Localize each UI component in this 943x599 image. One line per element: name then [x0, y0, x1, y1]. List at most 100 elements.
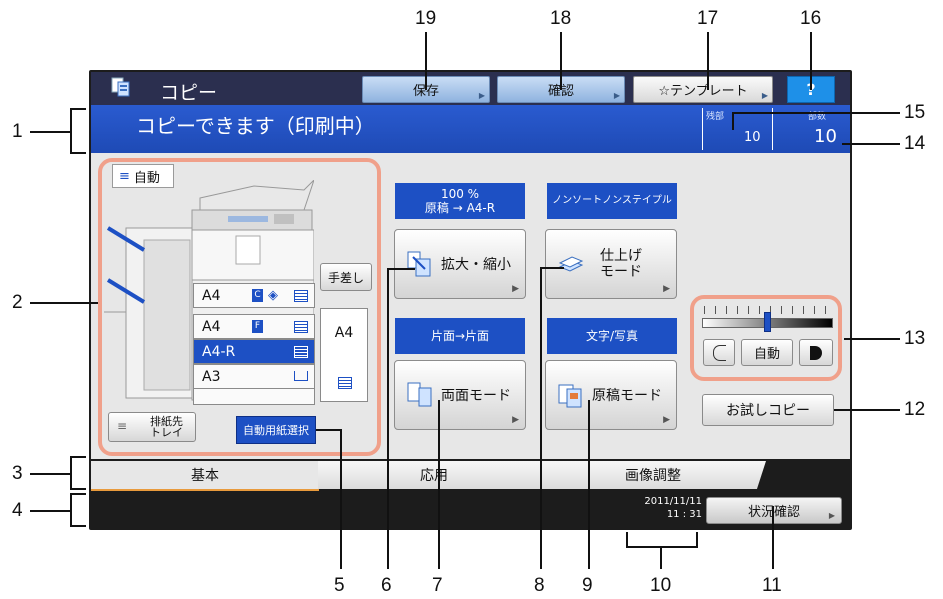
status-message: コピーできます（印刷中）	[136, 114, 375, 138]
arrow-icon: ▶	[478, 91, 485, 100]
job-status-button[interactable]: 状況確認 ▶	[706, 497, 842, 524]
bypass-button[interactable]: 手差し	[320, 263, 372, 291]
density-handle[interactable]	[764, 312, 771, 332]
arrow-icon: ▶	[663, 284, 670, 294]
finishing-mode-button[interactable]: 仕上げ モード ▶	[545, 229, 677, 299]
remaining-value: 10	[744, 130, 761, 145]
arrow-icon: ▶	[512, 284, 519, 294]
remaining-label: 残部	[706, 112, 725, 122]
trial-copy-button[interactable]: お試しコピー	[702, 394, 834, 426]
callout-line	[387, 268, 389, 569]
zoom-button[interactable]: 拡大・縮小 ▶	[394, 229, 526, 299]
copies-label: 部数	[808, 112, 827, 122]
callout-number: 16	[800, 8, 822, 29]
callout-line	[540, 267, 542, 569]
duplex-icon	[407, 382, 433, 408]
callout-line	[30, 473, 72, 475]
original-mode-setting-display: 文字/写真	[547, 318, 677, 354]
callout-number: 17	[697, 8, 719, 29]
callout-bracket	[626, 546, 698, 548]
lighter-icon	[712, 344, 726, 361]
tray-bottom	[193, 389, 315, 405]
tray-icon	[294, 346, 308, 358]
paper-tray-2[interactable]: A4 F	[193, 314, 315, 339]
callout-number: 18	[550, 8, 572, 29]
paper-tray-4[interactable]: A3	[193, 364, 315, 389]
arrow-icon: ▶	[828, 511, 835, 520]
callout-line	[732, 112, 734, 130]
paper-stack-icon: ◈	[268, 288, 278, 303]
callout-line	[588, 400, 590, 569]
callout-line	[425, 32, 427, 90]
paper-tray-3[interactable]: A4-R	[193, 339, 315, 364]
density-lighter-button[interactable]	[703, 339, 735, 366]
date-time: 2011/11/11 11 : 31	[644, 496, 702, 520]
callout-bracket	[696, 532, 698, 548]
callout-line	[30, 302, 98, 304]
callout-bracket	[70, 525, 86, 527]
duplex-mode-button[interactable]: 両面モード ▶	[394, 360, 526, 430]
callout-bracket	[70, 108, 72, 154]
finishing-setting-display: ノンソートノンステイプル	[547, 183, 677, 219]
callout-number: 11	[762, 575, 782, 596]
callout-line	[30, 510, 72, 512]
feeder-badge-icon: F	[252, 320, 263, 333]
callout-line	[810, 32, 812, 90]
auto-paper-select-button[interactable]: 自動用紙選択	[236, 416, 316, 444]
callout-number: 19	[415, 8, 437, 29]
paper-tray-1[interactable]: A4 C ◈	[193, 283, 315, 308]
callout-bracket	[70, 493, 86, 495]
tab-basic[interactable]: 基本	[91, 461, 319, 493]
callout-line	[834, 409, 900, 411]
density-darker-button[interactable]	[799, 339, 833, 366]
callout-number: 15	[904, 102, 926, 123]
callout-bracket	[626, 532, 628, 548]
callout-number: 5	[334, 575, 345, 596]
callout-line	[30, 131, 72, 133]
callout-line	[387, 268, 415, 270]
zoom-icon	[407, 251, 433, 277]
callout-line	[438, 400, 440, 569]
finishing-icon	[558, 251, 584, 277]
callout-number: 4	[12, 500, 23, 521]
callout-number: 12	[904, 399, 926, 420]
callout-line	[560, 32, 562, 90]
exit-tray-icon: ≡	[117, 419, 128, 433]
callout-line	[844, 338, 900, 340]
callout-bracket	[70, 493, 72, 527]
status-divider	[702, 108, 703, 150]
callout-number: 1	[12, 121, 23, 142]
tray-icon	[338, 377, 352, 389]
bypass-tray[interactable]: A4	[320, 308, 368, 402]
callout-line	[707, 32, 709, 90]
callout-number: 14	[904, 133, 926, 154]
original-mode-button[interactable]: 原稿モード ▶	[545, 360, 677, 430]
callout-number: 2	[12, 292, 23, 313]
darker-icon	[810, 345, 822, 360]
template-button[interactable]: ☆テンプレート ▶	[633, 76, 773, 103]
callout-line	[842, 143, 900, 145]
original-mode-icon	[558, 382, 584, 408]
callout-line	[316, 429, 342, 431]
duplex-setting-display: 片面→片面	[395, 318, 525, 354]
app-title: コピー	[160, 82, 218, 104]
callout-number: 9	[582, 575, 593, 596]
status-divider	[772, 108, 773, 150]
callout-bracket	[70, 456, 72, 490]
arrow-icon: ▶	[663, 415, 670, 425]
exit-tray-button[interactable]: ≡ 排紙先 トレイ	[108, 412, 196, 442]
callout-number: 10	[650, 575, 672, 596]
tab-advanced[interactable]: 応用	[318, 461, 550, 489]
callout-bracket	[70, 456, 86, 458]
copies-value: 10	[814, 126, 837, 147]
color-badge-icon: C	[252, 289, 263, 302]
zoom-setting-display: 100 % 原稿 → A4-R	[395, 183, 525, 219]
tray-icon	[294, 321, 308, 333]
callout-bracket	[70, 152, 86, 154]
tray-icon	[294, 290, 308, 302]
tab-image-adjust[interactable]: 画像調整	[540, 461, 766, 489]
large-tray-icon	[294, 371, 308, 381]
density-auto-button[interactable]: 自動	[741, 339, 793, 366]
callout-bracket	[70, 488, 86, 490]
callout-number: 3	[12, 463, 23, 484]
